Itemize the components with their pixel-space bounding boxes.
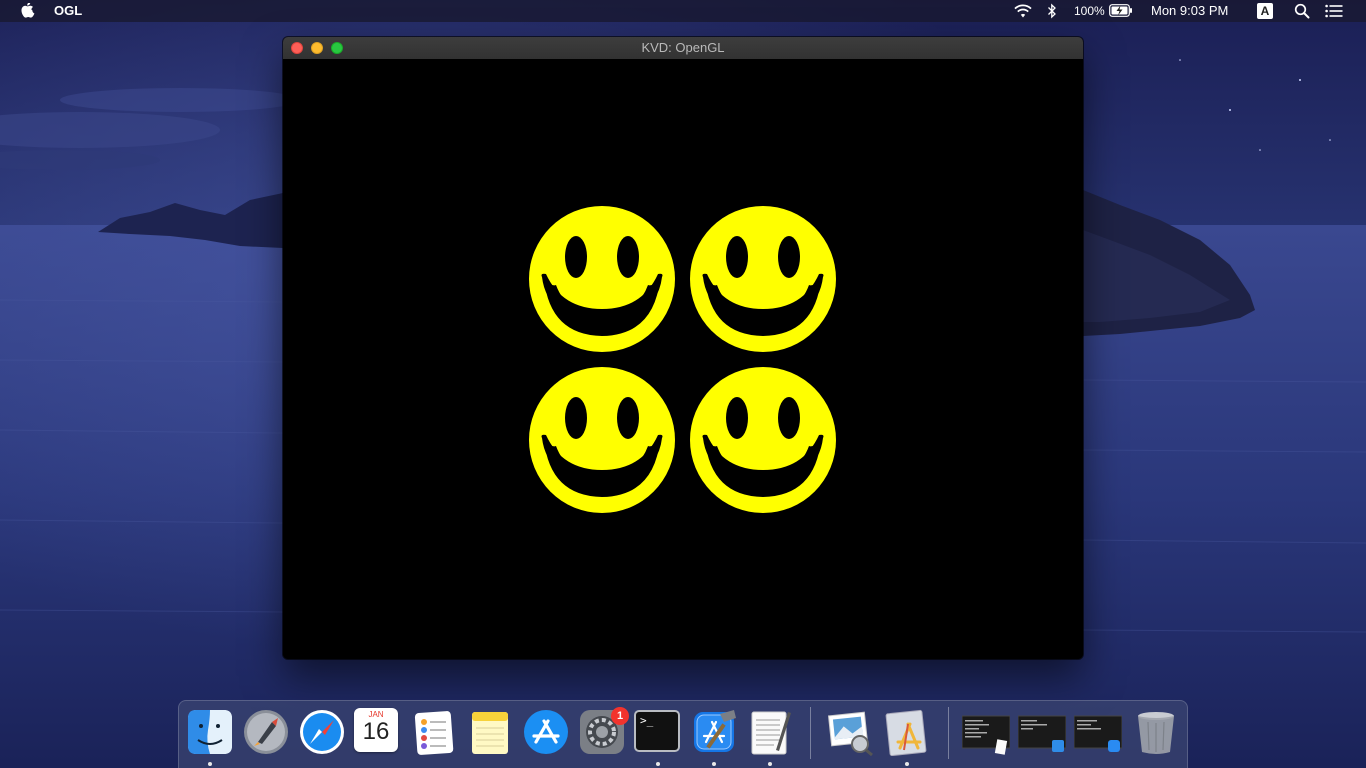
window-minimize-button[interactable] [311,42,323,54]
terminal-prompt: >_ [640,714,654,727]
dock-running-indicator [208,762,212,766]
menu-app-name[interactable]: OGL [54,3,82,18]
window-title: KVD: OpenGL [641,40,725,55]
window-zoom-button[interactable] [331,42,343,54]
smiley-face-bottom-right [690,367,836,513]
terminal-icon[interactable]: >_ [634,710,680,752]
battery-icon[interactable] [1109,4,1133,17]
notes-icon[interactable] [466,708,514,756]
wifi-icon[interactable] [1013,3,1033,19]
xcode-icon[interactable] [690,708,738,756]
opengl-window: KVD: OpenGL [283,37,1083,659]
preview-icon[interactable] [826,708,874,756]
input-source-icon[interactable]: A [1257,3,1273,19]
applications-folder-icon[interactable] [884,708,932,756]
system-preferences-badge: 1 [611,707,629,725]
menu-bar: OGL 100% Mon 9:03 PM A [0,0,1366,22]
minimized-window-icon[interactable] [1018,712,1066,760]
safari-icon[interactable] [298,708,346,756]
opengl-canvas[interactable] [283,59,1083,659]
dock-separator [810,707,811,759]
launchpad-icon[interactable] [242,708,290,756]
dock-separator [948,707,949,759]
dock-running-indicator [712,762,716,766]
spotlight-icon[interactable] [1294,3,1310,19]
input-source-label: A [1260,4,1270,18]
smiley-face-bottom-left [529,367,675,513]
apple-icon[interactable] [21,3,35,19]
bluetooth-icon[interactable] [1047,3,1057,19]
reminders-icon[interactable] [410,708,458,756]
dock-running-indicator [905,762,909,766]
dock-running-indicator [656,762,660,766]
textedit-icon[interactable] [746,708,794,756]
smiley-render [529,206,836,513]
app-store-icon[interactable] [522,708,570,756]
calendar-day: 16 [362,718,390,745]
smiley-face-top-left [529,206,675,352]
minimized-window-icon[interactable] [1074,712,1122,760]
smiley-face-top-right [690,206,836,352]
minimized-window-icon[interactable] [962,712,1010,760]
trash-icon[interactable] [1132,708,1180,756]
dock-running-indicator [768,762,772,766]
calendar-icon[interactable]: JAN 16 [354,708,398,752]
window-close-button[interactable] [291,42,303,54]
window-titlebar[interactable]: KVD: OpenGL [283,37,1083,60]
menu-clock[interactable]: Mon 9:03 PM [1151,3,1228,18]
finder-icon[interactable] [186,708,234,756]
notification-center-icon[interactable] [1325,4,1343,18]
battery-percentage[interactable]: 100% [1074,4,1105,18]
